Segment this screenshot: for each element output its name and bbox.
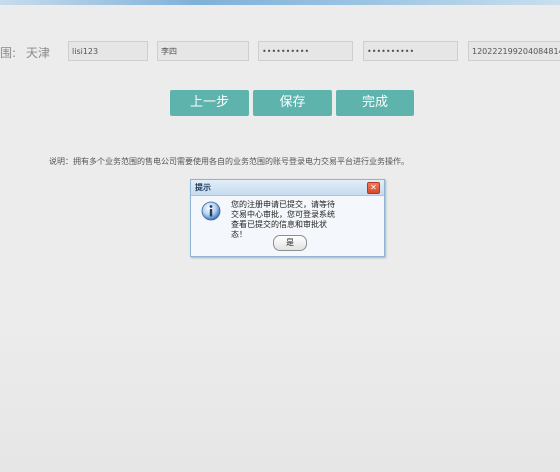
password-field[interactable]: ••••••••••	[258, 41, 353, 61]
finish-button[interactable]: 完成	[336, 90, 414, 116]
info-icon	[201, 201, 221, 221]
instruction-note: 说明：拥有多个业务范围的售电公司需要使用各自的业务范围的账号登录电力交易平台进行…	[49, 157, 409, 166]
top-header-strip	[0, 0, 560, 5]
close-icon[interactable]: ✕	[367, 182, 380, 194]
previous-step-button[interactable]: 上一步	[170, 90, 249, 116]
confirm-password-field[interactable]: ••••••••••	[363, 41, 458, 61]
registration-info-row: 围: 天津 lisi123 李四 •••••••••• •••••••••• 1…	[0, 41, 560, 63]
real-name-field[interactable]: 李四	[157, 41, 249, 61]
dialog-ok-button[interactable]: 是	[273, 235, 307, 251]
dialog-message: 您的注册申请已提交，请等待交易中心审批，您可登录系统查看已提交的信息和审批状态！	[231, 200, 335, 239]
business-range-label: 围:	[0, 46, 17, 60]
dialog-title-bar[interactable]: 提示 ✕	[191, 180, 384, 196]
business-range-value: 天津	[26, 46, 51, 60]
notice-dialog: 提示 ✕ 您的注册申请已提交，请等待交易中心审批，您可登录系统查看已提交的信息和…	[190, 179, 385, 257]
username-field[interactable]: lisi123	[68, 41, 148, 61]
id-number-field[interactable]: 120222199204084814	[468, 41, 560, 61]
save-button[interactable]: 保存	[253, 90, 332, 116]
dialog-title: 提示	[195, 183, 211, 192]
